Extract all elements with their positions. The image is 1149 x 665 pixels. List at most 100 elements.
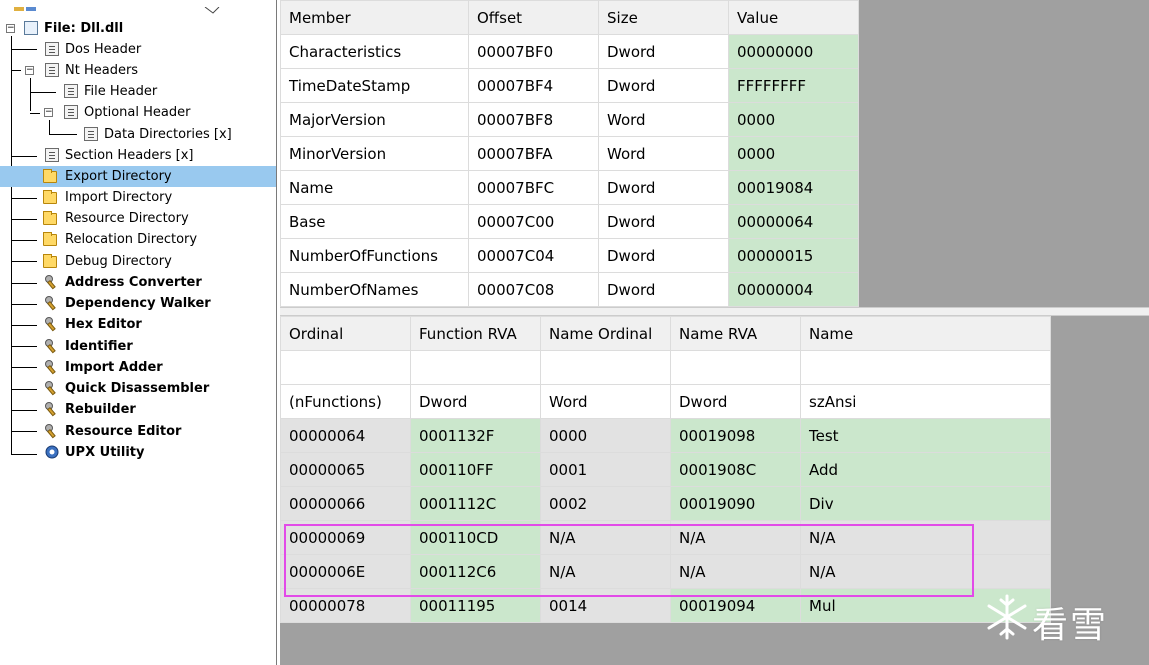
table-row[interactable]: MajorVersion 00007BF8 Word 0000 (280, 102, 859, 137)
table-row[interactable]: Name 00007BFC Dword 00019084 (280, 170, 859, 205)
function-rva-cell[interactable]: 00011195 (410, 588, 541, 623)
tree-item-file-header[interactable]: File Header (0, 81, 276, 102)
tool-import-adder[interactable]: Import Adder (0, 357, 276, 378)
tool-upx-utility[interactable]: UPX Utility (0, 442, 276, 463)
name-rva-cell[interactable]: 0001908C (670, 452, 801, 487)
tool-dependency-walker[interactable]: Dependency Walker (0, 293, 276, 314)
name-ordinal-cell: 0002 (540, 486, 671, 521)
tree-item-label: Export Directory (65, 169, 172, 184)
ordinal-cell: 00000069 (280, 520, 411, 555)
table-row[interactable]: 00000064 0001132F 0000 00019098 Test (280, 418, 1051, 453)
value-cell[interactable]: 00000015 (728, 238, 859, 273)
tree-item-label: Debug Directory (65, 254, 172, 269)
name-cell[interactable]: Div (800, 486, 1051, 521)
column-header[interactable]: Ordinal (280, 316, 411, 351)
tree-item-resource-directory[interactable]: Resource Directory (0, 208, 276, 229)
wrench-icon (45, 424, 56, 439)
tool-rebuilder[interactable]: Rebuilder (0, 399, 276, 420)
value-cell[interactable]: 0000 (728, 102, 859, 137)
empty-row (280, 350, 1051, 385)
type-cell: Dword (670, 384, 801, 419)
tree-item-label: Rebuilder (65, 402, 136, 417)
value-cell[interactable]: 00019084 (728, 170, 859, 205)
table-header-row: Ordinal Function RVA Name Ordinal Name R… (280, 316, 1051, 351)
type-row: (nFunctions) Dword Word Dword szAnsi (280, 384, 1051, 419)
upx-icon (45, 445, 59, 459)
type-cell: Word (540, 384, 671, 419)
table-row[interactable]: NumberOfNames 00007C08 Dword 00000004 (280, 272, 859, 307)
pe-tree-view[interactable]: − File: Dll.dll Dos Header − Nt Headers … (0, 0, 277, 665)
tree-item-label: File: Dll.dll (44, 21, 124, 36)
tree-item-label: Dependency Walker (65, 296, 211, 311)
tree-item-nt-headers[interactable]: − Nt Headers (0, 60, 276, 81)
collapse-icon[interactable]: − (44, 108, 53, 117)
table-row[interactable]: 00000065 000110FF 0001 0001908C Add (280, 452, 1051, 487)
exported-functions-table[interactable]: Ordinal Function RVA Name Ordinal Name R… (280, 316, 1051, 623)
table-row[interactable]: Base 00007C00 Dword 00000064 (280, 204, 859, 239)
function-rva-cell[interactable]: 0001132F (410, 418, 541, 453)
table-row[interactable]: TimeDateStamp 00007BF4 Dword FFFFFFFF (280, 68, 859, 103)
pane-splitter[interactable] (280, 307, 1149, 316)
column-header[interactable]: Name RVA (670, 316, 801, 351)
name-cell: N/A (800, 520, 1051, 555)
tree-item-relocation-directory[interactable]: Relocation Directory (0, 229, 276, 250)
tree-item-import-directory[interactable]: Import Directory (0, 187, 276, 208)
tree-item-file-root[interactable]: − File: Dll.dll (0, 18, 276, 39)
tree-item-section-headers[interactable]: Section Headers [x] (0, 145, 276, 166)
tree-item-label: Data Directories [x] (104, 127, 232, 142)
function-rva-cell[interactable]: 000110CD (410, 520, 541, 555)
tool-address-converter[interactable]: Address Converter (0, 272, 276, 293)
tool-resource-editor[interactable]: Resource Editor (0, 421, 276, 442)
collapse-icon[interactable]: − (6, 24, 15, 33)
offset-cell: 00007C08 (468, 272, 599, 307)
table-row[interactable]: 0000006E 000112C6 N/A N/A N/A (280, 554, 1051, 589)
name-ordinal-cell: N/A (540, 520, 671, 555)
collapse-icon[interactable]: − (25, 66, 34, 75)
table-row[interactable]: 00000078 00011195 0014 00019094 Mul (280, 588, 1051, 623)
tree-item-dos-header[interactable]: Dos Header (0, 39, 276, 60)
tool-hex-editor[interactable]: Hex Editor (0, 314, 276, 335)
name-cell[interactable]: Test (800, 418, 1051, 453)
column-header[interactable]: Value (728, 0, 859, 35)
file-icon (24, 21, 38, 35)
function-rva-cell[interactable]: 000112C6 (410, 554, 541, 589)
document-icon (64, 105, 78, 119)
member-cell: NumberOfFunctions (280, 238, 469, 273)
tool-identifier[interactable]: Identifier (0, 336, 276, 357)
value-cell[interactable]: FFFFFFFF (728, 68, 859, 103)
column-header[interactable]: Name (800, 316, 1051, 351)
table-row[interactable]: 00000069 000110CD N/A N/A N/A (280, 520, 1051, 555)
wrench-icon (45, 360, 56, 375)
offset-cell: 00007C04 (468, 238, 599, 273)
column-header[interactable]: Offset (468, 0, 599, 35)
name-rva-cell[interactable]: 00019098 (670, 418, 801, 453)
name-rva-cell[interactable]: 00019094 (670, 588, 801, 623)
table-row[interactable]: 00000066 0001112C 0002 00019090 Div (280, 486, 1051, 521)
name-cell[interactable]: Add (800, 452, 1051, 487)
column-header[interactable]: Name Ordinal (540, 316, 671, 351)
tree-item-label: Hex Editor (65, 317, 142, 332)
value-cell[interactable]: 00000064 (728, 204, 859, 239)
column-header[interactable]: Function RVA (410, 316, 541, 351)
column-header[interactable]: Size (598, 0, 729, 35)
name-rva-cell[interactable]: 00019090 (670, 486, 801, 521)
function-rva-cell[interactable]: 000110FF (410, 452, 541, 487)
value-cell[interactable]: 0000 (728, 136, 859, 171)
column-header[interactable]: Member (280, 0, 469, 35)
wrench-icon (45, 402, 56, 417)
folder-icon (43, 169, 57, 183)
table-row[interactable]: Characteristics 00007BF0 Dword 00000000 (280, 34, 859, 69)
tree-item-debug-directory[interactable]: Debug Directory (0, 251, 276, 272)
tree-item-data-directories[interactable]: Data Directories [x] (0, 124, 276, 145)
tree-item-optional-header[interactable]: − Optional Header (0, 102, 276, 123)
tree-item-export-directory[interactable]: Export Directory (0, 166, 276, 187)
value-cell[interactable]: 00000000 (728, 34, 859, 69)
table-row[interactable]: MinorVersion 00007BFA Word 0000 (280, 136, 859, 171)
offset-cell: 00007BF8 (468, 102, 599, 137)
export-directory-members-table[interactable]: Member Offset Size Value Characteristics… (280, 0, 859, 307)
tool-quick-disassembler[interactable]: Quick Disassembler (0, 378, 276, 399)
ordinal-cell: 00000078 (280, 588, 411, 623)
function-rva-cell[interactable]: 0001112C (410, 486, 541, 521)
value-cell[interactable]: 00000004 (728, 272, 859, 307)
table-row[interactable]: NumberOfFunctions 00007C04 Dword 0000001… (280, 238, 859, 273)
